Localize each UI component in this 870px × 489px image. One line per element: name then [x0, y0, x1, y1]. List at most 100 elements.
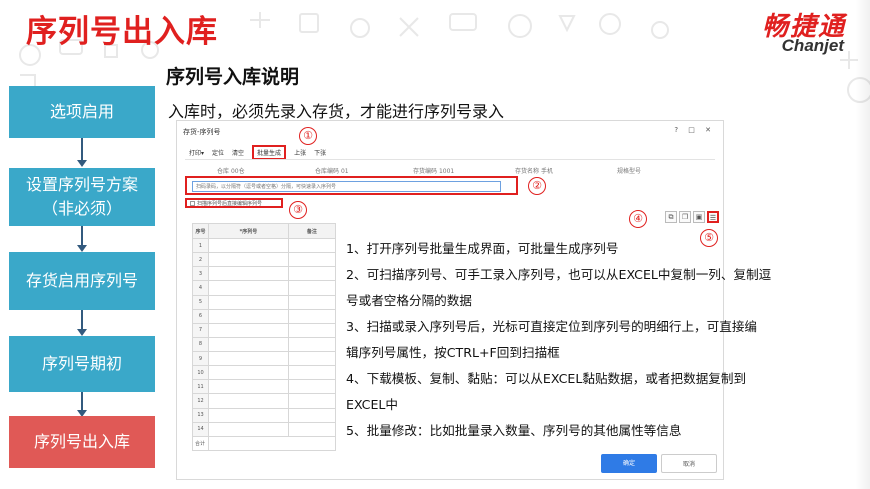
table-row[interactable]: 10 — [192, 365, 337, 381]
table-row[interactable]: 2 — [192, 252, 337, 268]
batch-edit-icon[interactable]: ☰ — [707, 211, 719, 223]
row-seq: 5 — [192, 294, 209, 310]
row-serial-cell[interactable] — [208, 407, 289, 423]
direct-edit-checkbox[interactable]: 扫描序列号后直接编辑序列号 — [190, 200, 262, 207]
row-seq: 13 — [192, 407, 209, 423]
callout-3: ③ — [289, 201, 307, 219]
row-serial-cell[interactable] — [208, 294, 289, 310]
row-serial-cell[interactable] — [208, 266, 289, 282]
batch-generate-button[interactable]: 批量生成 — [252, 145, 287, 160]
download-template-icon[interactable]: ⧉ — [665, 211, 677, 223]
dialog-window-buttons[interactable]: ? □ ✕ — [674, 126, 715, 134]
table-row[interactable]: 13 — [192, 407, 337, 423]
slide-title: 序列号出入库 — [26, 14, 218, 50]
row-seq: 3 — [192, 266, 209, 282]
row-serial-cell[interactable] — [208, 308, 289, 324]
cancel-button[interactable]: 取消 — [661, 454, 717, 473]
row-remark-cell[interactable] — [287, 393, 337, 409]
row-seq: 14 — [192, 421, 209, 437]
row-serial-cell[interactable] — [208, 237, 289, 254]
step-inventory-serial: 存货启用序列号 — [9, 252, 155, 310]
desc-line: 辑序列号属性，按CTRL+F回到扫描框 — [346, 345, 560, 360]
row-serial-cell[interactable] — [208, 280, 289, 296]
flow-arrow — [81, 138, 83, 162]
row-remark-cell[interactable] — [287, 280, 337, 296]
row-remark-cell[interactable] — [287, 365, 337, 381]
row-seq: 10 — [192, 365, 209, 381]
row-seq: 4 — [192, 280, 209, 296]
row-serial-cell[interactable] — [208, 421, 289, 437]
row-remark-cell[interactable] — [287, 350, 337, 367]
desc-line: 1、打开序列号批量生成界面，可批量生成序列号 — [346, 241, 619, 256]
desc-line: 4、下载模板、复制、黏贴：可以从EXCEL黏贴数据，或者把数据复制到 — [346, 371, 747, 386]
row-remark-cell[interactable] — [287, 421, 337, 437]
table-row[interactable]: 5 — [192, 294, 337, 310]
section-subtitle: 序列号入库说明 — [166, 66, 300, 88]
table-row[interactable]: 12 — [192, 393, 337, 409]
copy-icon[interactable]: ❐ — [679, 211, 691, 223]
serial-table: 序号 *序列号 备注 1 2 3 4 5 6 7 8 9 10 11 12 13 14 合计 — [192, 223, 337, 452]
ok-button[interactable]: 确定 — [601, 454, 657, 473]
total-cell — [208, 435, 336, 452]
field-inventory-code: 存货编码 1001 — [413, 166, 454, 175]
slide-edge-shadow — [855, 0, 870, 489]
table-row[interactable]: 8 — [192, 336, 337, 353]
table-row[interactable]: 14 — [192, 421, 337, 437]
checkbox-label: 扫描序列号后直接编辑序列号 — [197, 201, 263, 207]
row-remark-cell[interactable] — [287, 379, 337, 395]
field-value: 00仓 — [230, 168, 245, 175]
row-serial-cell[interactable] — [208, 336, 289, 353]
table-row[interactable]: 3 — [192, 266, 337, 282]
row-serial-cell[interactable] — [208, 379, 289, 395]
col-serial: *序列号 — [208, 223, 289, 239]
field-warehouse: 仓库 00仓 — [217, 166, 245, 175]
row-remark-cell[interactable] — [287, 266, 337, 282]
table-row[interactable]: 6 — [192, 308, 337, 324]
row-remark-cell[interactable] — [287, 308, 337, 324]
row-serial-cell[interactable] — [208, 350, 289, 367]
row-remark-cell[interactable] — [287, 252, 337, 268]
table-row[interactable]: 4 — [192, 280, 337, 296]
field-label: 规格型号 — [617, 168, 642, 175]
paste-icon[interactable]: ▣ — [693, 211, 705, 223]
row-remark-cell[interactable] — [287, 294, 337, 310]
step-label: 序列号期初 — [41, 354, 122, 373]
callout-2: ② — [528, 177, 546, 195]
table-header-row: 序号 *序列号 备注 — [192, 223, 337, 239]
row-serial-cell[interactable] — [208, 252, 289, 268]
field-warehouse-code: 仓库编码 01 — [315, 166, 349, 175]
row-remark-cell[interactable] — [287, 322, 337, 338]
intro-text: 入库时，必须先录入存货，才能进行序列号录入 — [168, 102, 505, 121]
row-remark-cell[interactable] — [287, 336, 337, 353]
callout-4: ④ — [629, 210, 647, 228]
step-label: 设置序列号方案（非必须） — [25, 175, 138, 218]
scan-input[interactable] — [192, 181, 501, 192]
step-serial-inout: 序列号出入库 — [9, 416, 155, 468]
row-remark-cell[interactable] — [287, 237, 337, 254]
logo-english: Chanjet — [781, 36, 844, 55]
table-row[interactable]: 11 — [192, 379, 337, 395]
checkbox-square[interactable] — [190, 201, 195, 206]
row-serial-cell[interactable] — [208, 393, 289, 409]
step-serial-scheme: 设置序列号方案（非必须） — [9, 168, 155, 226]
row-remark-cell[interactable] — [287, 407, 337, 423]
field-value: 手机 — [540, 168, 553, 175]
field-inventory-name: 存货名称 手机 — [515, 166, 553, 175]
col-remark: 备注 — [287, 223, 337, 239]
desc-line: 3、扫描或录入序列号后，光标可直接定位到序列号的明细行上，可直接编 — [346, 319, 758, 334]
step-option-enable: 选项启用 — [9, 86, 155, 138]
flow-arrowhead — [77, 329, 87, 336]
field-label: 存货名称 — [515, 168, 540, 175]
row-seq: 11 — [192, 379, 209, 395]
table-row[interactable]: 7 — [192, 322, 337, 338]
field-label: 仓库编码 — [315, 168, 340, 175]
table-row[interactable]: 9 — [192, 350, 337, 367]
row-serial-cell[interactable] — [208, 322, 289, 338]
col-seq: 序号 — [192, 223, 209, 239]
total-label: 合计 — [192, 435, 209, 452]
row-serial-cell[interactable] — [208, 365, 289, 381]
field-spec: 规格型号 — [617, 166, 641, 175]
desc-line: EXCEL中 — [346, 397, 399, 412]
table-row[interactable]: 1 — [192, 237, 337, 254]
step-label: 序列号出入库 — [33, 432, 130, 451]
